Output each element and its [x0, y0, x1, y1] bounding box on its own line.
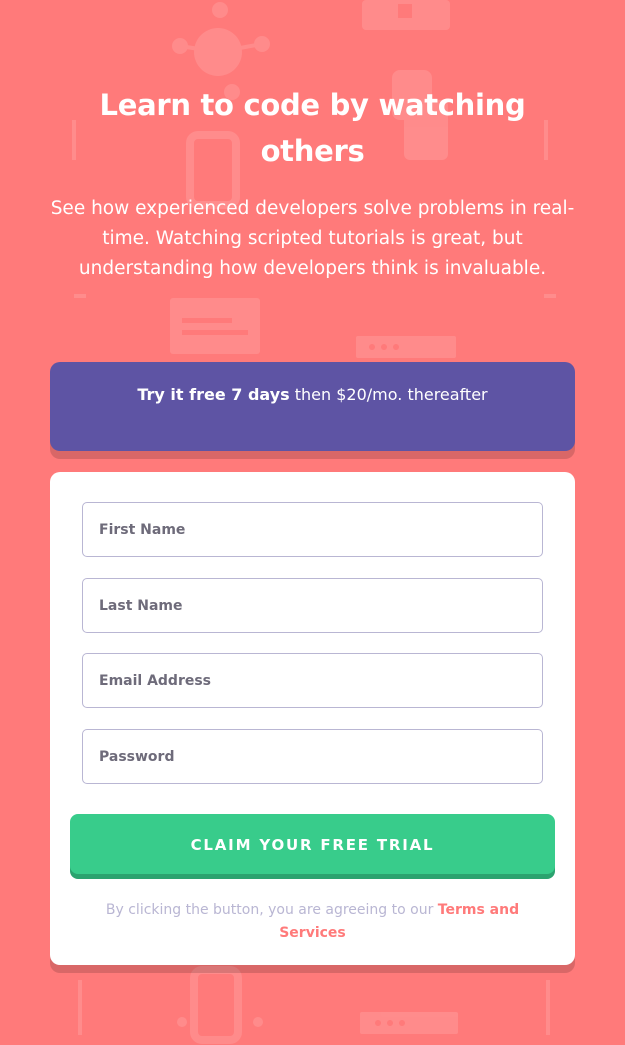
page-title: Learn to code by watching others: [99, 88, 526, 168]
signup-form: CLAIM YOUR FREE TRIAL By clicking the bu…: [50, 472, 575, 965]
pricing-banner-text: then $20/mo. thereafter: [289, 385, 488, 404]
last-name-field[interactable]: [82, 578, 543, 633]
password-field[interactable]: [82, 729, 543, 784]
terms-notice: By clicking the button, you are agreeing…: [90, 899, 535, 945]
first-name-field[interactable]: [82, 502, 543, 557]
claim-free-trial-button[interactable]: CLAIM YOUR FREE TRIAL: [70, 814, 555, 874]
email-field[interactable]: [82, 653, 543, 708]
page-description: See how experienced developers solve pro…: [50, 198, 575, 279]
terms-notice-text: By clicking the button, you are agreeing…: [105, 902, 438, 918]
pricing-banner-highlight: Try it free 7 days: [137, 385, 290, 404]
pricing-banner: Try it free 7 days then $20/mo. thereaft…: [50, 362, 575, 451]
